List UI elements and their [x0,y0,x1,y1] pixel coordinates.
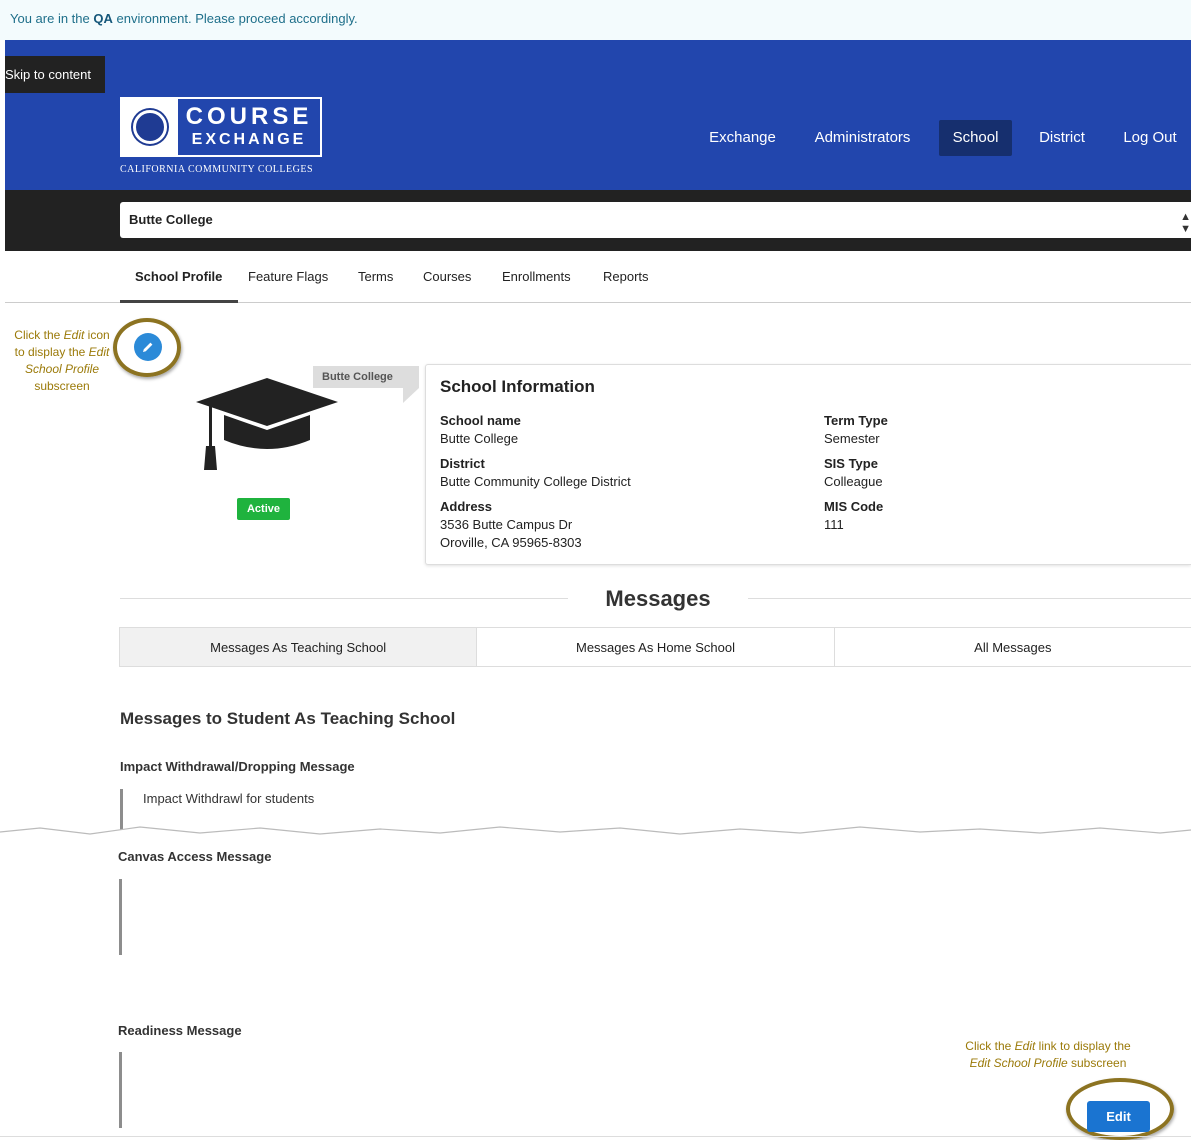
field-address: Address 3536 Butte Campus Dr Oroville, CA … [440,499,582,550]
message-label-canvas-access: Canvas Access Message [118,849,272,864]
skip-to-content-link[interactable]: Skip to content [5,56,105,93]
field-mis-code: MIS Code 111 [824,499,884,532]
main-nav: Exchange Administrators School District … [5,120,1191,156]
nav-district[interactable]: District [1029,120,1095,156]
school-name-tag: Butte College [313,366,419,403]
field-term-type: Term Type Semester [824,413,888,446]
pencil-icon [143,342,153,352]
nav-school[interactable]: School [939,120,1012,156]
school-tabs: School Profile Feature Flags Terms Cours… [5,251,1191,303]
edit-profile-icon-button[interactable] [134,333,162,361]
nav-administrators[interactable]: Administrators [805,120,920,156]
site-header: Skip to content COURSE EXCHANGE CALIFORN… [5,40,1191,190]
torn-edge-divider [0,826,1191,848]
nav-log-out[interactable]: Log Out [1115,120,1185,156]
qa-environment-name: QA [93,11,113,26]
school-information-title: School Information [440,377,595,396]
tab-school-profile[interactable]: School Profile [135,269,222,284]
field-sis-type: SIS Type Colleague [824,456,883,489]
message-quote-bar [119,879,122,955]
bottom-divider [0,1136,1191,1137]
tab-reports[interactable]: Reports [603,269,649,284]
tab-terms[interactable]: Terms [358,269,393,284]
logo-subtitle: CALIFORNIA COMMUNITY COLLEGES [120,164,314,175]
messages-tabs: Messages As Teaching School Messages As … [119,627,1191,667]
tab-enrollments[interactable]: Enrollments [502,269,571,284]
messages-heading: Messages [605,586,711,611]
edit-link-annotation: Click the Edit link to display the Edit … [965,1039,1131,1070]
edit-icon-annotation: Click the Edit icon to display the Edit … [14,328,110,393]
nav-exchange[interactable]: Exchange [700,120,785,156]
tab-messages-as-home-school[interactable]: Messages As Home School [477,628,835,666]
school-selector-bar: Butte College ▲ ▼ [5,190,1191,251]
tab-messages-as-teaching-school[interactable]: Messages As Teaching School [120,628,478,666]
messages-divider-right [748,598,1191,599]
message-label-impact-withdrawal: Impact Withdrawal/Dropping Message [120,759,355,774]
field-district: District Butte Community College District [440,456,631,489]
active-tab-indicator [120,300,238,303]
messages-divider-left [120,598,568,599]
tab-all-messages[interactable]: All Messages [835,628,1191,666]
message-text-impact-withdrawal: Impact Withdrawl for students [143,791,315,806]
tab-feature-flags[interactable]: Feature Flags [248,269,328,284]
message-quote-bar [119,1052,122,1128]
messages-section-title: Messages to Student As Teaching School [120,709,456,728]
edit-button[interactable]: Edit [1087,1101,1150,1132]
status-badge: Active [237,498,290,520]
school-select[interactable]: Butte College ▲ ▼ [120,202,1191,238]
tab-courses[interactable]: Courses [423,269,471,284]
select-caret-icon: ▲ ▼ [1180,211,1191,235]
message-label-readiness: Readiness Message [118,1023,242,1038]
field-school-name: School name Butte College [440,413,521,446]
qa-environment-banner: You are in the QA environment. Please pr… [0,0,1191,40]
school-information-card: School Information School name Butte Coll… [425,364,1191,565]
